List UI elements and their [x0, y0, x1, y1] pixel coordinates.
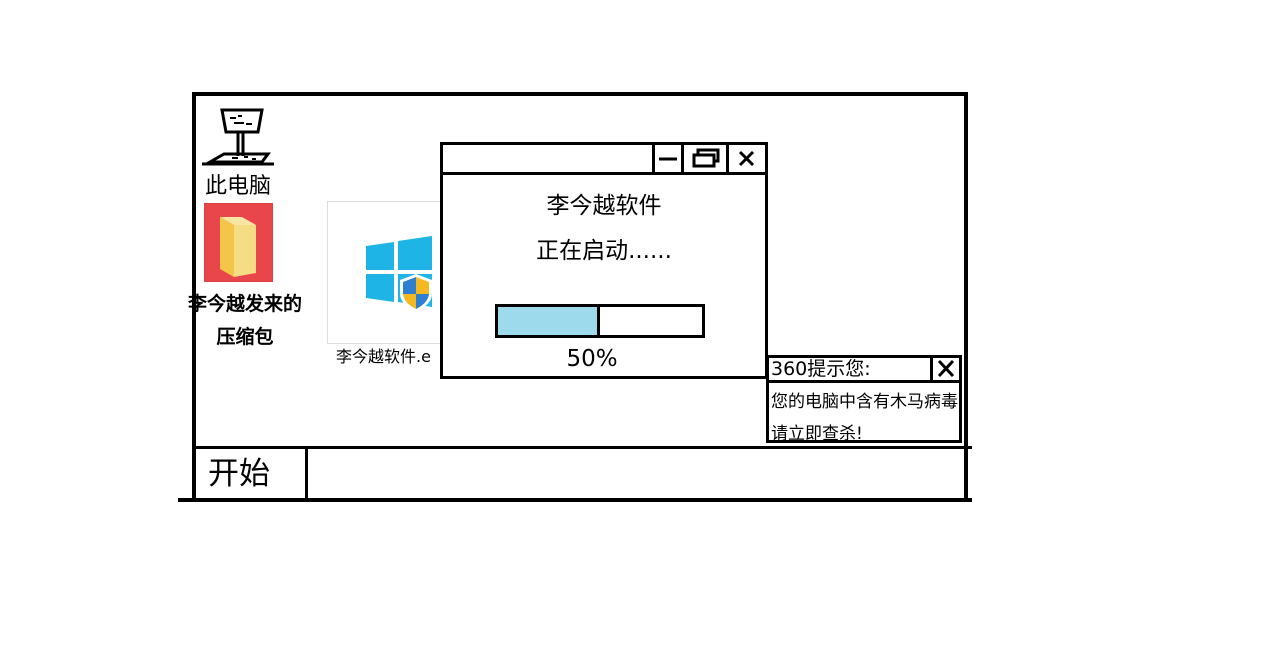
- computer-label: 此电脑: [204, 174, 271, 199]
- restore-icon: [692, 148, 720, 168]
- progress-fill: [498, 307, 600, 335]
- windows-shield-icon[interactable]: [327, 201, 447, 344]
- restore-button[interactable]: [681, 145, 726, 172]
- folder-icon[interactable]: [203, 202, 274, 283]
- popup-divider: [769, 380, 959, 383]
- dialog-titlebar[interactable]: [443, 145, 765, 175]
- popup-title: 360提示您:: [771, 358, 871, 380]
- start-button[interactable]: 开始: [196, 452, 304, 496]
- exe-label: 李今越软件.e: [336, 347, 431, 366]
- popup-message-line1: 您的电脑中含有木马病毒: [771, 392, 958, 412]
- computer-sketch-icon[interactable]: [198, 104, 280, 172]
- close-button[interactable]: [726, 145, 765, 172]
- folder-label-line1: 李今越发来的: [187, 293, 302, 315]
- close-icon: [937, 359, 955, 378]
- popup-message-line2: 请立即查杀!: [771, 424, 863, 444]
- folder-label-line2: 压缩包: [216, 326, 274, 348]
- taskbar-tray-area: [309, 449, 967, 498]
- taskbar-bottom-border: [178, 498, 972, 502]
- close-icon: [738, 150, 755, 167]
- folder-label: 李今越发来的 压缩包: [180, 288, 310, 354]
- progress-bar: [495, 304, 705, 338]
- popup-close-button[interactable]: [930, 358, 959, 380]
- dialog-status: 正在启动......: [536, 238, 672, 264]
- dialog-title: 李今越软件: [546, 193, 662, 219]
- start-divider: [305, 449, 308, 498]
- progress-percent: 50%: [566, 346, 618, 372]
- antivirus-popup: 360提示您: 您的电脑中含有木马病毒 请立即查杀!: [766, 355, 962, 444]
- minimize-button[interactable]: [652, 145, 681, 172]
- minimize-icon: [659, 157, 677, 161]
- loading-dialog: 李今越软件 正在启动...... 50%: [440, 142, 768, 379]
